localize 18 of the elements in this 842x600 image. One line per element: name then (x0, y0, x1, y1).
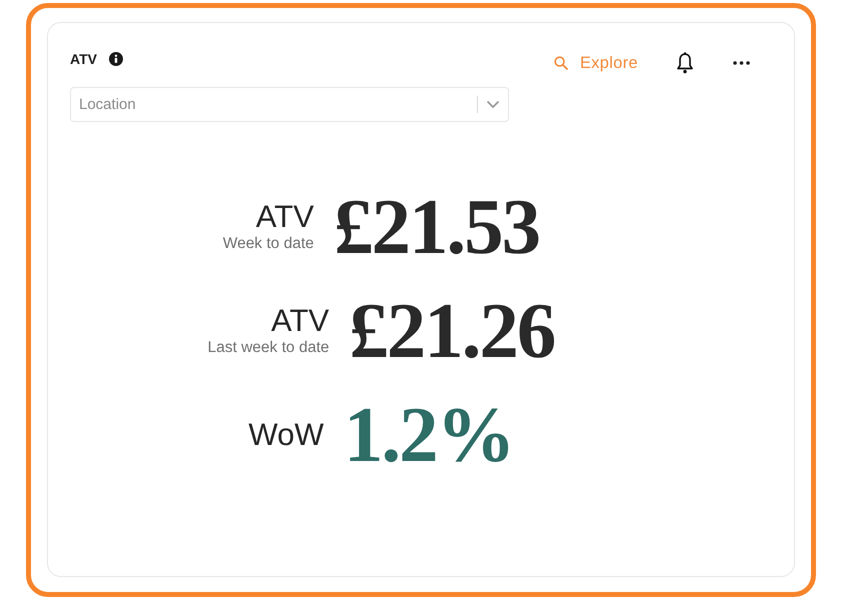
chevron-down-icon[interactable] (486, 100, 500, 109)
metric-label: ATV (270, 305, 330, 337)
more-options-button[interactable] (733, 61, 750, 66)
metric-sublabel: Week to date (222, 235, 314, 253)
amount-value: £21.26 (349, 292, 554, 370)
more-icon (733, 61, 750, 66)
explore-button[interactable]: Explore (554, 51, 638, 76)
search-icon (554, 56, 568, 70)
notification-button[interactable] (676, 52, 694, 74)
metric-label: WoW (248, 419, 324, 451)
info-icon[interactable] (108, 52, 123, 66)
metric-sublabel: Last week to date (208, 339, 330, 357)
card-title: ATV (70, 50, 97, 69)
change-value: 1.2% (344, 396, 514, 474)
location-select[interactable]: Location (70, 87, 509, 122)
bell-icon (676, 52, 694, 74)
amount-value: £21.53 (334, 188, 540, 266)
metric-label: ATV (254, 201, 314, 233)
